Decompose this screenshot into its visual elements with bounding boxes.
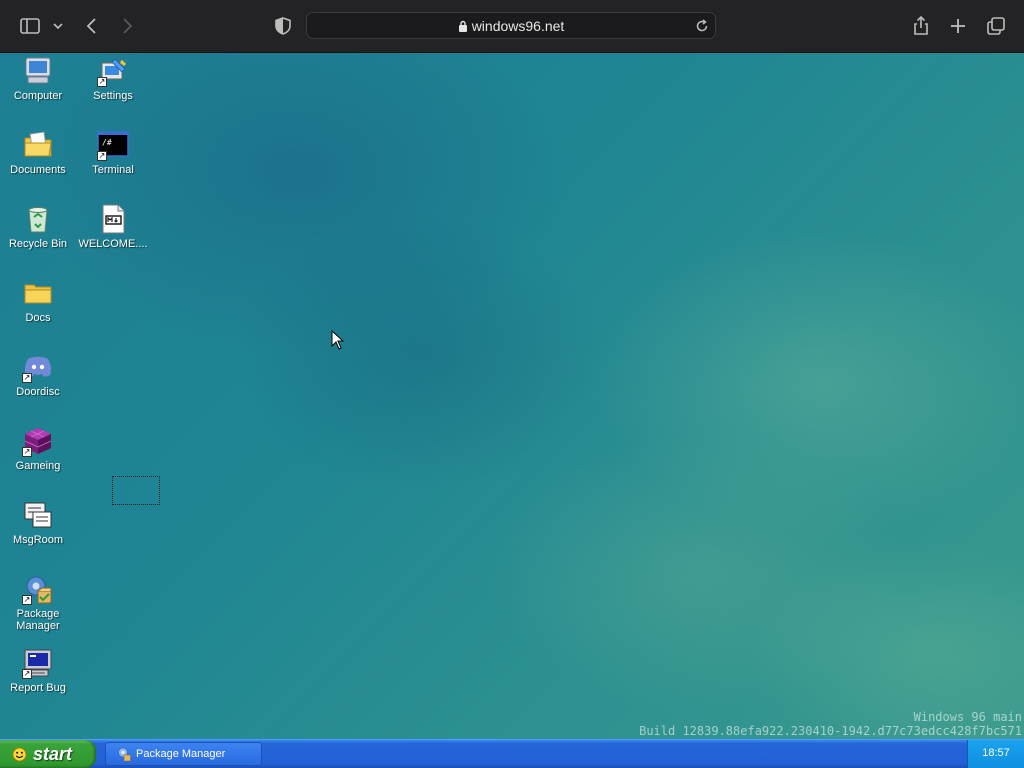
desktop[interactable]: Computer ↗ Settings Documents /# ↗ Termi… [0, 53, 1024, 739]
folder-icon [22, 277, 54, 309]
package-manager-icon [118, 747, 131, 762]
documents-icon [22, 129, 54, 161]
url-text: windows96.net [471, 18, 565, 34]
desktop-icon-label: WELCOME.... [78, 238, 148, 250]
desktop-icon-recycle-bin[interactable]: Recycle Bin [1, 203, 75, 250]
msgroom-icon [22, 499, 54, 531]
taskbar-item-package-manager[interactable]: Package Manager [105, 742, 262, 766]
desktop-icon-label: Report Bug [10, 682, 66, 694]
back-arrow-icon[interactable] [80, 14, 104, 38]
mouse-pointer-icon [331, 330, 345, 350]
markdown-file-icon [97, 203, 129, 235]
desktop-icon-welcome-file[interactable]: WELCOME.... [76, 203, 150, 250]
desktop-icon-doordisc[interactable]: ↗ Doordisc [1, 351, 75, 398]
cube-icon: ↗ [22, 425, 54, 457]
desktop-icon-label: Package Manager [16, 608, 60, 632]
desktop-icon-settings[interactable]: ↗ Settings [76, 55, 150, 102]
desktop-icon-label: Documents [10, 164, 66, 176]
taskbar: start Package Manager 18:57 [0, 739, 1024, 768]
build-watermark: Windows 96 main Build 12839.88efa922.230… [639, 710, 1022, 738]
terminal-glyph: /# [102, 138, 112, 147]
shortcut-arrow-icon: ↗ [22, 447, 32, 457]
desktop-icon-label: MsgRoom [12, 534, 64, 546]
tabs-overview-icon[interactable] [984, 14, 1008, 38]
shortcut-arrow-icon: ↗ [97, 77, 107, 87]
address-bar[interactable]: windows96.net [306, 12, 716, 39]
shortcut-arrow-icon: ↗ [22, 595, 32, 605]
recycle-bin-icon [22, 203, 54, 235]
selection-rectangle [112, 476, 160, 505]
shortcut-arrow-icon: ↗ [22, 669, 32, 679]
clock[interactable]: 18:57 [968, 740, 1024, 767]
desktop-icon-label: Recycle Bin [8, 238, 68, 250]
desktop-icon-label: Computer [13, 90, 63, 102]
build-line-1: Windows 96 main [913, 710, 1022, 724]
start-button[interactable]: start [0, 740, 96, 768]
desktop-icon-msgroom[interactable]: MsgRoom [1, 499, 75, 546]
discord-icon: ↗ [22, 351, 54, 383]
desktop-icon-label: Settings [93, 90, 133, 102]
desktop-icon-documents[interactable]: Documents [1, 129, 75, 176]
build-line-2: Build 12839.88efa922.230410-1942.d77c73e… [639, 724, 1022, 738]
computer-icon [22, 55, 54, 87]
report-bug-icon: ↗ [22, 647, 54, 679]
browser-toolbar: windows96.net [0, 0, 1024, 53]
settings-icon: ↗ [97, 55, 129, 87]
chevron-down-icon[interactable] [50, 14, 66, 38]
taskbar-item-label: Package Manager [136, 748, 226, 760]
terminal-icon: /# ↗ [97, 129, 129, 161]
shortcut-arrow-icon: ↗ [22, 373, 32, 383]
desktop-icon-gameing[interactable]: ↗ Gameing [1, 425, 75, 472]
reload-icon[interactable] [693, 17, 711, 35]
desktop-icon-computer[interactable]: Computer [1, 55, 75, 102]
plus-icon[interactable] [946, 14, 970, 38]
share-icon[interactable] [909, 14, 933, 38]
system-tray: 18:57 [967, 740, 1024, 768]
start-label: start [33, 743, 73, 764]
package-manager-icon: ↗ [22, 573, 54, 605]
smiley-icon [12, 746, 27, 762]
desktop-icon-report-bug[interactable]: ↗ Report Bug [1, 647, 75, 694]
desktop-icon-terminal[interactable]: /# ↗ Terminal [76, 129, 150, 176]
desktop-icon-label: Terminal [92, 164, 134, 176]
forward-arrow-icon[interactable] [115, 14, 139, 38]
lock-icon [458, 19, 468, 35]
desktop-icon-package-manager[interactable]: ↗ Package Manager [1, 573, 75, 632]
desktop-icon-label: Doordisc [16, 386, 60, 398]
desktop-icon-docs[interactable]: Docs [1, 277, 75, 324]
desktop-icon-label: Docs [25, 312, 51, 324]
privacy-shield-icon[interactable] [271, 14, 295, 38]
shortcut-arrow-icon: ↗ [97, 151, 107, 161]
sidebar-toggle-icon[interactable] [18, 14, 42, 38]
desktop-icon-label: Gameing [15, 460, 61, 472]
